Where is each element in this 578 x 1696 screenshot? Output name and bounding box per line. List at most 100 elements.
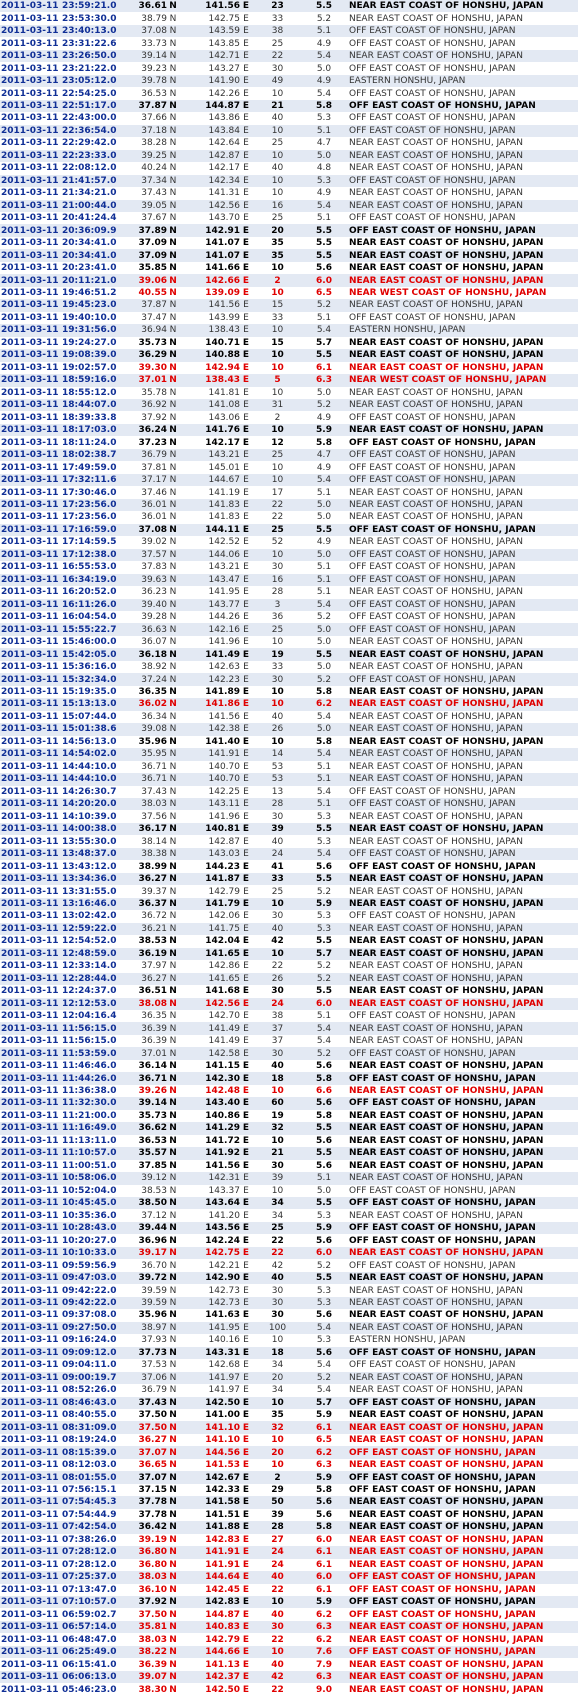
event-time-link[interactable]: 12:28:44.0 <box>62 972 120 986</box>
event-time-link[interactable]: 15:46:00.0 <box>62 635 120 649</box>
event-date-link[interactable]: 2011-03-11 <box>0 1284 62 1297</box>
event-time-link[interactable]: 14:20:20.0 <box>62 798 120 811</box>
event-date-link[interactable]: 2011-03-11 <box>0 112 62 125</box>
event-time-link[interactable]: 16:20:52.0 <box>62 586 120 599</box>
event-time-link[interactable]: 08:46:43.0 <box>62 1396 120 1409</box>
event-date-link[interactable]: 2011-03-11 <box>0 1134 62 1148</box>
event-time-link[interactable]: 11:10:57.0 <box>62 1147 120 1160</box>
event-date-link[interactable]: 2011-03-11 <box>0 24 62 38</box>
event-date-link[interactable]: 2011-03-11 <box>0 498 62 512</box>
event-date-link[interactable]: 2011-03-11 <box>0 1596 62 1609</box>
event-time-link[interactable]: 06:25:49.0 <box>62 1645 120 1659</box>
event-date-link[interactable]: 2011-03-11 <box>0 1571 62 1584</box>
event-time-link[interactable]: 10:28:43.0 <box>62 1221 120 1235</box>
event-date-link[interactable]: 2011-03-11 <box>0 37 62 50</box>
event-time-link[interactable]: 14:10:39.0 <box>62 810 120 823</box>
event-date-link[interactable]: 2011-03-11 <box>0 324 62 337</box>
event-date-link[interactable]: 2011-03-11 <box>0 1034 62 1048</box>
event-date-link[interactable]: 2011-03-11 <box>0 1558 62 1572</box>
event-date-link[interactable]: 2011-03-11 <box>0 274 62 287</box>
event-time-link[interactable]: 23:59:21.0 <box>62 0 120 13</box>
event-date-link[interactable]: 2011-03-11 <box>0 1408 62 1422</box>
event-date-link[interactable]: 2011-03-11 <box>0 1471 62 1484</box>
event-date-link[interactable]: 2011-03-11 <box>0 1321 62 1335</box>
event-time-link[interactable]: 08:40:55.0 <box>62 1408 120 1422</box>
event-time-link[interactable]: 19:08:39.0 <box>62 349 120 362</box>
event-date-link[interactable]: 2011-03-11 <box>0 947 62 961</box>
event-time-link[interactable]: 09:27:50.0 <box>62 1321 120 1335</box>
event-time-link[interactable]: 11:32:30.0 <box>62 1097 120 1110</box>
event-time-link[interactable]: 17:16:59.0 <box>62 523 120 537</box>
event-date-link[interactable]: 2011-03-11 <box>0 1234 62 1247</box>
event-date-link[interactable]: 2011-03-11 <box>0 1371 62 1385</box>
event-date-link[interactable]: 2011-03-11 <box>0 1521 62 1534</box>
event-date-link[interactable]: 2011-03-11 <box>0 224 62 237</box>
event-date-link[interactable]: 2011-03-11 <box>0 960 62 973</box>
event-date-link[interactable]: 2011-03-11 <box>0 1059 62 1073</box>
event-date-link[interactable]: 2011-03-11 <box>0 523 62 537</box>
event-date-link[interactable]: 2011-03-11 <box>0 997 62 1010</box>
event-date-link[interactable]: 2011-03-11 <box>0 910 62 923</box>
event-time-link[interactable]: 19:31:56.0 <box>62 324 120 337</box>
event-date-link[interactable]: 2011-03-11 <box>0 1458 62 1472</box>
event-time-link[interactable]: 09:04:11.0 <box>62 1359 120 1372</box>
event-time-link[interactable]: 10:35:36.0 <box>62 1209 120 1222</box>
event-time-link[interactable]: 09:09:12.0 <box>62 1346 120 1360</box>
event-time-link[interactable]: 22:29:42.0 <box>62 137 120 150</box>
event-time-link[interactable]: 08:52:26.0 <box>62 1384 120 1397</box>
event-date-link[interactable]: 2011-03-11 <box>0 399 62 412</box>
event-date-link[interactable]: 2011-03-11 <box>0 1683 62 1696</box>
event-date-link[interactable]: 2011-03-11 <box>0 423 62 437</box>
event-date-link[interactable]: 2011-03-11 <box>0 773 62 786</box>
event-date-link[interactable]: 2011-03-11 <box>0 236 62 250</box>
event-time-link[interactable]: 19:40:10.0 <box>62 311 120 325</box>
event-date-link[interactable]: 2011-03-11 <box>0 1271 62 1285</box>
event-time-link[interactable]: 06:48:47.0 <box>62 1633 120 1646</box>
event-time-link[interactable]: 15:36:16.0 <box>62 660 120 674</box>
event-date-link[interactable]: 2011-03-11 <box>0 1122 62 1135</box>
event-time-link[interactable]: 06:57:14.0 <box>62 1620 120 1634</box>
event-time-link[interactable]: 16:04:54.0 <box>62 610 120 624</box>
event-date-link[interactable]: 2011-03-11 <box>0 1159 62 1173</box>
event-date-link[interactable]: 2011-03-11 <box>0 261 62 275</box>
event-time-link[interactable]: 15:01:38.6 <box>62 723 120 736</box>
event-date-link[interactable]: 2011-03-11 <box>0 1259 62 1272</box>
event-time-link[interactable]: 10:45:45.0 <box>62 1197 120 1210</box>
event-time-link[interactable]: 15:07:44.0 <box>62 710 120 724</box>
event-time-link[interactable]: 11:21:00.0 <box>62 1109 120 1123</box>
event-date-link[interactable]: 2011-03-11 <box>0 1546 62 1559</box>
event-date-link[interactable]: 2011-03-11 <box>0 847 62 861</box>
event-time-link[interactable]: 23:40:13.0 <box>62 24 120 38</box>
event-time-link[interactable]: 20:11:21.0 <box>62 274 120 287</box>
event-date-link[interactable]: 2011-03-11 <box>0 124 62 138</box>
event-time-link[interactable]: 21:41:57.0 <box>62 174 120 188</box>
event-date-link[interactable]: 2011-03-11 <box>0 748 62 761</box>
event-date-link[interactable]: 2011-03-11 <box>0 162 62 175</box>
event-date-link[interactable]: 2011-03-11 <box>0 1421 62 1434</box>
event-date-link[interactable]: 2011-03-11 <box>0 548 62 562</box>
event-time-link[interactable]: 14:44:10.0 <box>62 760 120 774</box>
event-time-link[interactable]: 20:41:24.4 <box>62 211 120 225</box>
event-date-link[interactable]: 2011-03-11 <box>0 249 62 262</box>
event-time-link[interactable]: 11:46:46.0 <box>62 1059 120 1073</box>
event-time-link[interactable]: 12:48:59.0 <box>62 947 120 961</box>
event-time-link[interactable]: 18:17:03.0 <box>62 423 120 437</box>
event-date-link[interactable]: 2011-03-11 <box>0 1084 62 1098</box>
event-date-link[interactable]: 2011-03-11 <box>0 311 62 325</box>
event-time-link[interactable]: 20:36:09.9 <box>62 224 120 237</box>
event-date-link[interactable]: 2011-03-11 <box>0 536 62 549</box>
event-time-link[interactable]: 23:26:50.0 <box>62 49 120 63</box>
event-date-link[interactable]: 2011-03-11 <box>0 872 62 886</box>
event-time-link[interactable]: 10:10:33.0 <box>62 1246 120 1260</box>
event-time-link[interactable]: 20:23:41.0 <box>62 261 120 275</box>
event-date-link[interactable]: 2011-03-11 <box>0 623 62 636</box>
event-time-link[interactable]: 11:00:51.0 <box>62 1159 120 1173</box>
event-time-link[interactable]: 08:31:09.0 <box>62 1421 120 1434</box>
event-time-link[interactable]: 07:13:47.0 <box>62 1583 120 1596</box>
event-time-link[interactable]: 19:24:27.0 <box>62 336 120 350</box>
event-date-link[interactable]: 2011-03-11 <box>0 1583 62 1596</box>
event-date-link[interactable]: 2011-03-11 <box>0 12 62 25</box>
event-time-link[interactable]: 21:00:44.0 <box>62 199 120 212</box>
event-time-link[interactable]: 13:34:36.0 <box>62 872 120 886</box>
event-date-link[interactable]: 2011-03-11 <box>0 1147 62 1160</box>
